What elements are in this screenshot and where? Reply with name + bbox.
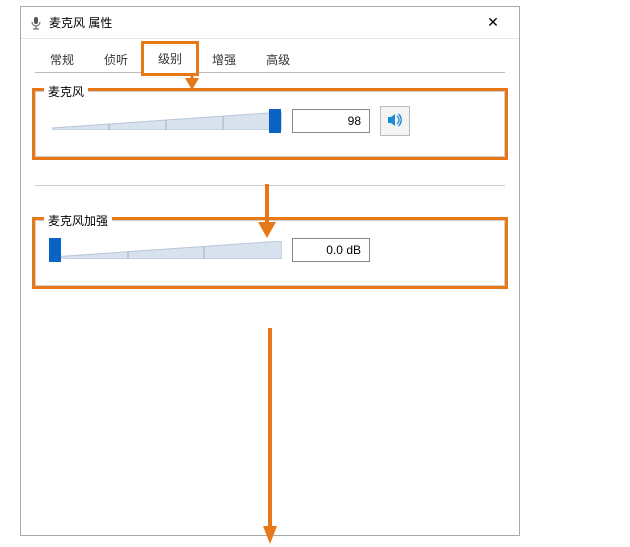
boost-group-legend: 麦克风加强 (44, 212, 112, 229)
microphone-slider-row: 98 (46, 106, 494, 136)
boost-value: 0.0 dB (292, 238, 370, 262)
window-title: 麦克风 属性 (49, 14, 473, 31)
close-icon: ✕ (487, 14, 499, 31)
microphone-level-group: 麦克风 98 (35, 91, 505, 157)
tab-advanced[interactable]: 高级 (251, 44, 305, 74)
tab-levels[interactable]: 级别 (143, 43, 197, 74)
close-button[interactable]: ✕ (473, 9, 513, 37)
boost-slider[interactable] (52, 235, 282, 265)
speaker-icon (386, 111, 404, 132)
microphone-icon (29, 16, 43, 30)
microphone-group-legend: 麦克风 (44, 83, 88, 100)
tab-listen[interactable]: 侦听 (89, 44, 143, 74)
microphone-mute-button[interactable] (380, 106, 410, 136)
tab-bar: 常规 侦听 级别 增强 高级 (21, 39, 519, 73)
microphone-value: 98 (292, 109, 370, 133)
tab-general[interactable]: 常规 (35, 44, 89, 74)
titlebar: 麦克风 属性 ✕ (21, 7, 519, 39)
separator (35, 185, 505, 186)
slider-track-graphic (52, 241, 282, 259)
slider-track-graphic (52, 112, 282, 130)
boost-slider-thumb[interactable] (49, 238, 61, 262)
properties-dialog: 麦克风 属性 ✕ 常规 侦听 级别 增强 高级 麦克风 (20, 6, 520, 536)
microphone-boost-group: 麦克风加强 0.0 dB (35, 220, 505, 286)
tab-enhance[interactable]: 增强 (197, 44, 251, 74)
boost-slider-row: 0.0 dB (46, 235, 494, 265)
tab-content: 麦克风 98 (21, 73, 519, 306)
tab-underline (35, 72, 505, 73)
microphone-slider[interactable] (52, 106, 282, 136)
microphone-slider-thumb[interactable] (269, 109, 281, 133)
